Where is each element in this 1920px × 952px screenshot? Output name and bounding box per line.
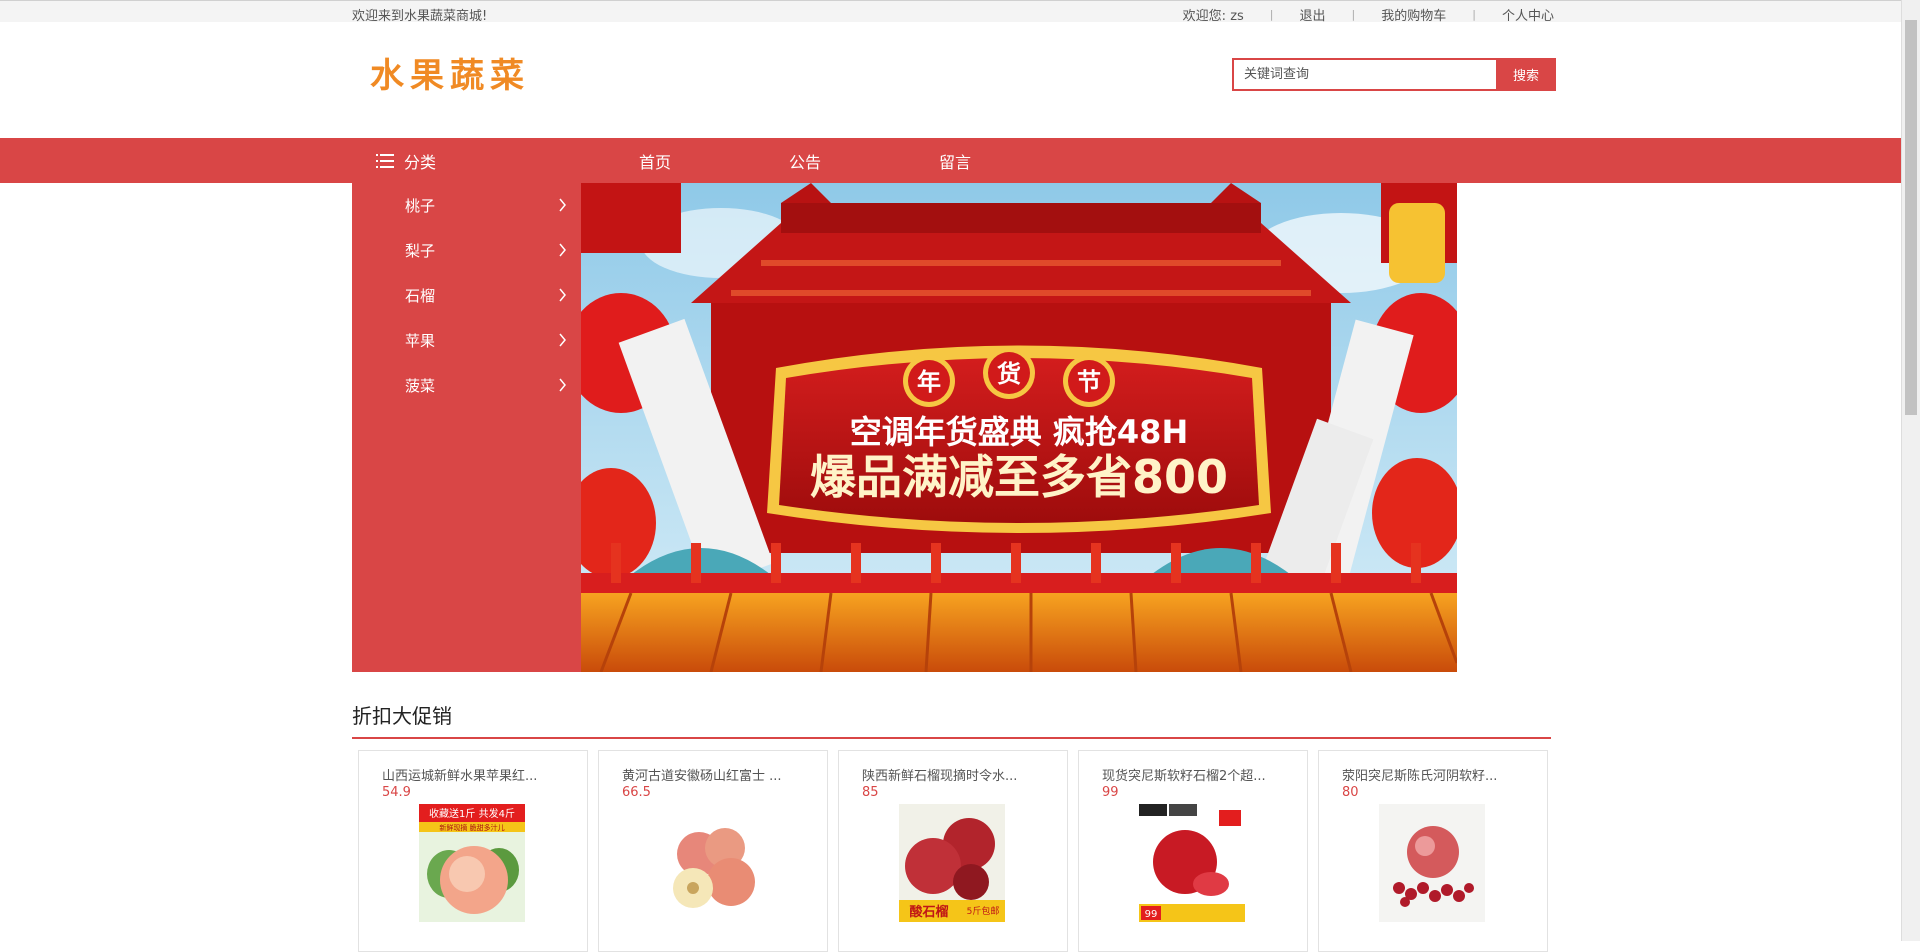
image-label: 新鲜现摘 脆甜多汁儿 (439, 823, 504, 832)
nav-home[interactable]: 首页 (639, 138, 671, 183)
product-name[interactable]: 黄河古道安徽砀山红富士 ... (622, 765, 812, 784)
product-price: 80 (1342, 785, 1359, 800)
sidebar-item-label: 桃子 (405, 197, 436, 215)
banner-badge-char: 节 (1077, 368, 1101, 396)
category-sidebar: 桃子 梨子 石榴 苹果 菠菜 (352, 183, 581, 672)
image-label: 收藏送1斤 共发4斤 (429, 807, 515, 820)
sidebar-item-apple[interactable]: 苹果 (352, 318, 581, 363)
site-logo[interactable]: 水果蔬菜 (370, 48, 530, 97)
product-name[interactable]: 山西运城新鲜水果苹果红... (382, 765, 572, 784)
image-label: 酸石榴 (909, 904, 948, 920)
sidebar-item-label: 菠菜 (405, 377, 436, 395)
product-card[interactable]: 陕西新鲜石榴现摘时令水... 85 酸石榴 5斤包邮 (838, 750, 1068, 952)
product-name[interactable]: 陕西新鲜石榴现摘时令水... (862, 765, 1052, 784)
chevron-right-icon (559, 378, 566, 392)
image-label: 99 (1145, 909, 1158, 920)
sidebar-item-pear[interactable]: 梨子 (352, 228, 581, 273)
promo-banner[interactable]: 年 货 节 空调年货盛典 疯抢48H 爆品满减至多省800 (581, 183, 1457, 672)
product-list: 山西运城新鲜水果苹果红... 54.9 收藏送1斤 共发4斤 新鲜现摘 脆甜多汁… (358, 750, 1558, 952)
search-input[interactable]: 关键词查询 (1232, 58, 1496, 91)
search-button[interactable]: 搜索 (1496, 58, 1556, 91)
search-bar: 关键词查询 搜索 (1232, 58, 1556, 91)
page-scrollbar[interactable] (1901, 0, 1920, 941)
chevron-right-icon (559, 198, 566, 212)
promo-section-title: 折扣大促销 (352, 704, 452, 728)
header: 水果蔬菜 关键词查询 搜索 (0, 22, 1902, 137)
product-price: 54.9 (382, 785, 411, 800)
product-price: 85 (862, 785, 879, 800)
product-price: 99 (1102, 785, 1119, 800)
product-image[interactable]: 99 (1139, 804, 1245, 922)
category-label: 分类 (404, 152, 437, 172)
sidebar-item-label: 苹果 (405, 332, 436, 350)
product-card[interactable]: 现货突尼斯软籽石榴2个超... 99 99 (1078, 750, 1308, 952)
chevron-right-icon (559, 288, 566, 302)
main-nav: 分类 首页 公告 留言 (0, 138, 1902, 183)
sidebar-item-label: 石榴 (405, 287, 436, 305)
sidebar-item-pomegranate[interactable]: 石榴 (352, 273, 581, 318)
nav-announcements[interactable]: 公告 (789, 138, 821, 183)
list-icon (376, 153, 394, 168)
chevron-right-icon (559, 333, 566, 347)
banner-headline: 空调年货盛典 疯抢48H (850, 413, 1188, 451)
nav-messages[interactable]: 留言 (939, 138, 971, 183)
scrollbar-thumb[interactable] (1905, 20, 1917, 415)
chevron-right-icon (559, 243, 566, 257)
product-image[interactable] (1379, 804, 1485, 922)
product-card[interactable]: 山西运城新鲜水果苹果红... 54.9 收藏送1斤 共发4斤 新鲜现摘 脆甜多汁… (358, 750, 588, 952)
product-name[interactable]: 荥阳突尼斯陈氏河阴软籽... (1342, 765, 1532, 784)
banner-badge-char: 年 (917, 368, 941, 396)
banner-image: 年 货 节 空调年货盛典 疯抢48H 爆品满减至多省800 (581, 183, 1457, 672)
top-bar: 欢迎来到水果蔬菜商城! 欢迎您: zs | 退出 | 我的购物车 | 个人中心 (0, 0, 1902, 24)
product-card[interactable]: 荥阳突尼斯陈氏河阴软籽... 80 (1318, 750, 1548, 952)
sidebar-item-peach[interactable]: 桃子 (352, 183, 581, 228)
image-label: 5斤包邮 (967, 905, 1000, 917)
sidebar-item-spinach[interactable]: 菠菜 (352, 363, 581, 408)
product-name[interactable]: 现货突尼斯软籽石榴2个超... (1102, 765, 1292, 784)
banner-badge-char: 货 (997, 360, 1021, 388)
product-image[interactable]: 酸石榴 5斤包邮 (899, 804, 1005, 922)
section-divider (352, 737, 1551, 739)
product-price: 66.5 (622, 785, 651, 800)
product-image[interactable] (659, 804, 765, 922)
product-card[interactable]: 黄河古道安徽砀山红富士 ... 66.5 (598, 750, 828, 952)
sidebar-item-label: 梨子 (405, 242, 436, 260)
banner-subline: 爆品满减至多省800 (810, 450, 1228, 504)
product-image[interactable]: 收藏送1斤 共发4斤 新鲜现摘 脆甜多汁儿 (419, 804, 525, 922)
category-menu[interactable]: 分类 (376, 138, 436, 183)
